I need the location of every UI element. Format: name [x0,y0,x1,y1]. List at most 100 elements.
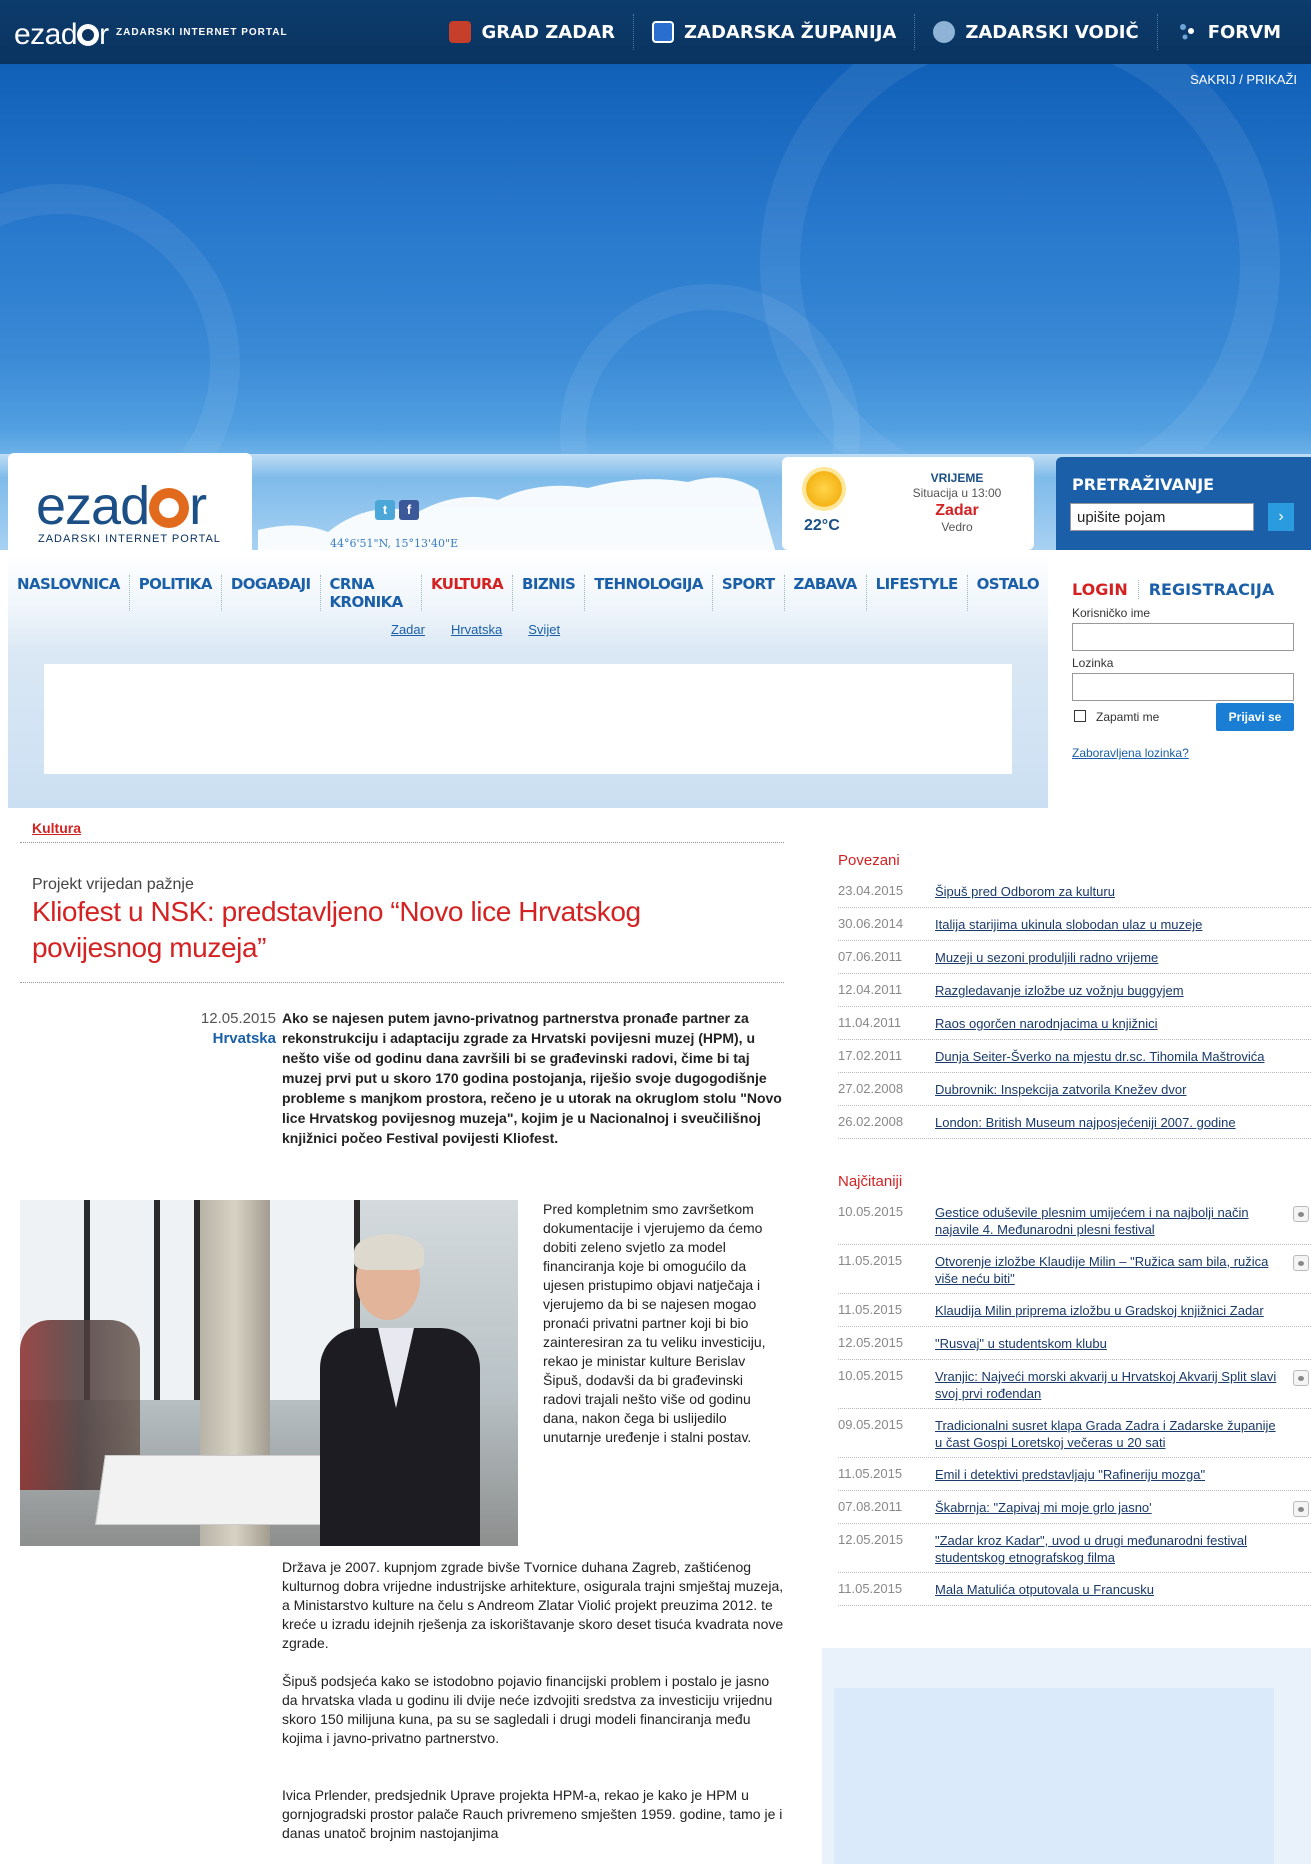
item-link[interactable]: Otvorenje izložbe Klaudije Milin – "Ruži… [935,1251,1285,1287]
item-link[interactable]: Dubrovnik: Inspekcija zatvorila Knežev d… [935,1079,1285,1098]
main-logo[interactable]: ezad r ZADARSKI INTERNET PORTAL [8,453,252,556]
list-item: 27.02.2008 Dubrovnik: Inspekcija zatvoril… [838,1073,1311,1106]
nav-item-naslovnica[interactable]: NASLOVNICA [8,575,129,611]
list-item: 17.02.2011 Dunja Seiter-Šverko na mjestu … [838,1040,1311,1073]
nav-item-tehnologija[interactable]: TEHNOLOGIJA [584,575,712,611]
item-link[interactable]: Razgledavanje izložbe uz vožnju buggyjem [935,980,1285,999]
subnav-item-svijet[interactable]: Svijet [528,622,560,637]
login-submit-button[interactable]: Prijavi se [1216,703,1294,731]
top-logo-text: ezad [14,18,78,51]
article-kicker: Projekt vrijedan pažnje [32,876,194,893]
most-read-title: Najčitaniji [838,1173,903,1190]
article-section-link[interactable]: Kultura [32,820,81,836]
item-link[interactable]: "Zadar kroz Kadar", uvod u drugi međunar… [935,1530,1285,1566]
nav-item-sport[interactable]: SPORT [711,575,784,611]
top-nav-zadarska-zupanija[interactable]: ZADARSKA ŽUPANIJA [632,14,914,50]
top-nav-grad-zadar[interactable]: GRAD ZADAR [431,14,633,50]
item-link[interactable]: Raos ogorčen narodnjacima u knjižnici [935,1013,1285,1032]
item-link[interactable]: Muzeji u sezoni produljili radno vrijeme [935,947,1285,966]
county-crest-icon [651,21,674,43]
item-date: 09.05.2015 [838,1417,904,1432]
tab-register[interactable]: REGISTRACIJA [1137,580,1285,599]
top-nav-label: FORVM [1207,21,1281,43]
item-date: 12.05.2015 [838,1335,904,1350]
password-field[interactable] [1072,673,1294,701]
search-input[interactable] [1070,503,1254,531]
weather-widget[interactable]: 22°C VRIJEME Situacija u 13:00 Zadar Ved… [782,457,1034,550]
item-link[interactable]: Italija starijima ukinula slobodan ulaz … [935,914,1285,933]
item-link[interactable]: Emil i detektivi predstavljaju "Rafineri… [935,1464,1285,1483]
item-date: 30.06.2014 [838,916,904,931]
banner-toggle-link[interactable]: SAKRIJ / PRIKAŽI [1190,72,1297,87]
facebook-icon[interactable]: f [399,500,419,520]
main-nav-items: NASLOVNICA POLITIKA DOGAĐAJI CRNA KRONIK… [8,575,1048,611]
list-item: 26.02.2008 London: British Museum najposj… [838,1106,1311,1139]
username-field[interactable] [1072,623,1294,651]
item-link[interactable]: Gestice oduševile plesnim umijećem i na … [935,1202,1285,1238]
nav-item-zabava[interactable]: ZABAVA [783,575,866,611]
list-item: 12.05.2015 "Rusvaj" u studentskom klubu [838,1327,1311,1360]
nav-item-dogadaji[interactable]: DOGAĐAJI [220,575,320,611]
shell-logo-icon [149,488,190,528]
item-date: 11.05.2015 [838,1253,903,1268]
remember-checkbox[interactable] [1074,710,1086,722]
top-nav-zadarski-vodic[interactable]: ZADARSKI VODIČ [914,14,1156,50]
item-link[interactable]: Tradicionalni susret klapa Grada Zadra i… [935,1415,1285,1451]
main-logo-text: ezad r [36,475,207,537]
photo-window [160,1200,200,1400]
article-paragraph: Šipuš podsjeća kako se istodobno pojavio… [282,1673,773,1746]
top-nav-forvm[interactable]: FORVM [1156,14,1299,50]
item-link[interactable]: London: British Museum najposjećeniji 20… [935,1112,1285,1131]
search-submit-button[interactable]: › [1268,503,1294,531]
remember-label: Zapamti me [1096,710,1160,724]
top-bar: ezad r ZADARSKI INTERNET PORTAL GRAD ZADA… [0,0,1311,64]
item-link[interactable]: Dunja Seiter-Šverko na mjestu dr.sc. Tih… [935,1046,1285,1065]
top-nav: GRAD ZADAR ZADARSKA ŽUPANIJA ZADARSKI VO… [431,14,1299,50]
item-link[interactable]: Mala Matulića otputovala u Francusku [935,1579,1285,1598]
nav-item-ostalo[interactable]: OSTALO [966,575,1048,611]
item-date: 11.05.2015 [838,1581,903,1596]
item-link[interactable]: Škabrnja: "Zapivaj mi moje grlo jasno' [935,1497,1285,1516]
login-panel: LOGIN REGISTRACIJA Korisničko ime Lozink… [1056,560,1311,808]
item-date: 26.02.2008 [838,1114,904,1129]
top-nav-label: GRAD ZADAR [481,21,615,43]
list-item: 11.05.2015 Mala Matulića otputovala u Fra… [838,1573,1311,1606]
item-link[interactable]: Vranjic: Najveći morski akvarij u Hrvats… [935,1366,1285,1402]
weather-text: VRIJEME Situacija u 13:00 Zadar Vedro [892,471,1022,535]
divider [20,842,784,843]
subnav-item-zadar[interactable]: Zadar [391,622,425,637]
item-date: 12.05.2015 [838,1532,904,1547]
forgot-password-link[interactable]: Zaboravljena lozinka? [1072,746,1189,760]
top-nav-label: ZADARSKI VODIČ [965,21,1139,43]
item-link[interactable]: Klaudija Milin priprema izložbu u Gradsk… [935,1300,1285,1319]
main-logo-word-end: r [189,476,207,536]
list-item: 09.05.2015 Tradicionalni susret klapa Gra… [838,1409,1311,1458]
most-read-list: 10.05.2015 Gestice oduševile plesnim umij… [838,1196,1311,1606]
ad-slot[interactable] [44,664,1012,774]
weather-temperature: 22°C [804,517,840,534]
sidebar-ad-slot[interactable] [834,1688,1274,1864]
photo-hair [354,1234,424,1270]
guide-badge-icon [933,21,956,43]
twitter-icon[interactable]: t [375,500,395,520]
article-category-link[interactable]: Hrvatska [146,1030,276,1047]
nav-item-kultura[interactable]: KULTURA [421,575,512,611]
photo-minister [320,1234,480,1546]
weather-heading: VRIJEME [930,471,984,485]
list-item: 11.04.2011 Raos ogorčen narodnjacima u kn… [838,1007,1311,1040]
nav-item-biznis[interactable]: BIZNIS [512,575,584,611]
sun-icon [806,471,842,507]
top-logo[interactable]: ezad r [14,18,109,52]
item-date: 10.05.2015 [838,1368,904,1383]
nav-item-crna-kronika[interactable]: CRNA KRONIKA [319,575,422,611]
related-title: Povezani [838,852,900,869]
item-link[interactable]: Šipuš pred Odborom za kulturu [935,881,1285,900]
subnav-item-hrvatska[interactable]: Hrvatska [451,622,502,637]
tab-login[interactable]: LOGIN [1072,580,1138,599]
nav-item-politika[interactable]: POLITIKA [128,575,221,611]
item-link[interactable]: "Rusvaj" u studentskom klubu [935,1333,1285,1352]
nav-item-lifestyle[interactable]: LIFESTYLE [865,575,967,611]
sidebar-ad-area [822,1648,1311,1864]
article-paragraph: Ivica Prlender, predsjednik Uprave proje… [282,1787,783,1841]
article-photo[interactable] [20,1200,518,1546]
